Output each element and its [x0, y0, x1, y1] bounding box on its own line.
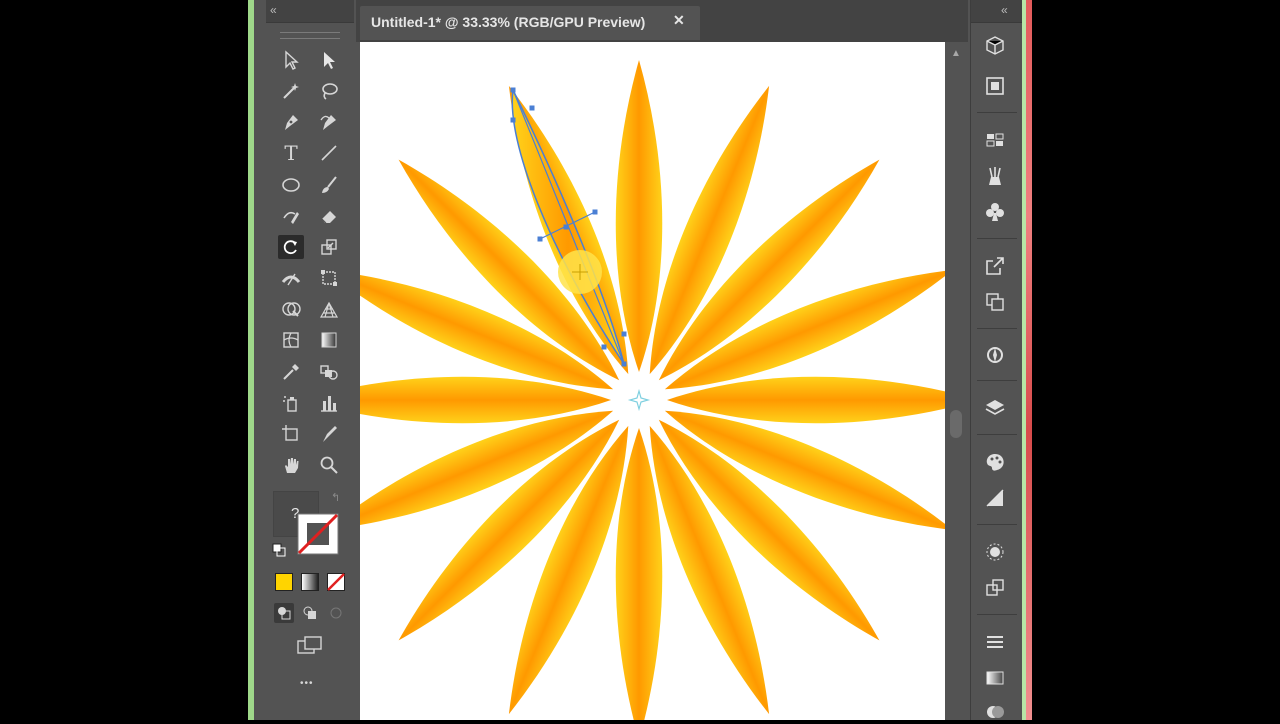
edit-toolbar-icon[interactable]: ••• [300, 678, 314, 689]
rotate-tool-icon[interactable] [278, 235, 304, 259]
navigator-icon[interactable] [983, 343, 1007, 367]
right-panel-dock: « [970, 0, 1023, 720]
direct-selection-tool-icon[interactable] [316, 48, 342, 72]
window-edge-right-accent [1026, 0, 1032, 720]
panel-divider [977, 434, 1017, 435]
collapse-icon[interactable]: « [270, 3, 276, 17]
swap-fill-stroke-icon[interactable]: ↰ [331, 491, 340, 504]
gradient-mode-button[interactable] [301, 573, 319, 591]
brushes-icon[interactable] [983, 164, 1007, 188]
anchor-point[interactable] [510, 87, 516, 93]
layers-icon[interactable] [983, 396, 1007, 420]
width-tool-icon[interactable] [278, 266, 304, 290]
panel-divider [977, 112, 1017, 113]
align-icon[interactable] [983, 630, 1007, 654]
hand-tool-icon[interactable] [278, 453, 304, 477]
column-graph-tool-icon[interactable] [316, 391, 342, 415]
color-icon[interactable] [983, 450, 1007, 474]
panel-divider [977, 524, 1017, 525]
anchor-point[interactable] [529, 105, 535, 111]
slice-tool-icon[interactable] [316, 422, 342, 446]
artboards-icon[interactable] [983, 290, 1007, 314]
anchor-point[interactable] [592, 209, 598, 215]
export-icon[interactable] [983, 254, 1007, 278]
magic-wand-tool-icon[interactable] [278, 79, 304, 103]
selection-tool-icon[interactable] [278, 48, 304, 72]
symbol-sprayer-tool-icon[interactable] [278, 391, 304, 415]
anchor-point[interactable] [601, 344, 607, 350]
type-tool-icon[interactable]: T [278, 141, 304, 165]
color-guide-icon[interactable] [983, 486, 1007, 510]
transparency-icon[interactable] [983, 700, 1007, 724]
anchor-point[interactable] [537, 236, 543, 242]
shape-builder-tool-icon[interactable] [278, 297, 304, 321]
scale-tool-icon[interactable] [316, 235, 342, 259]
ellipse-tool-icon[interactable] [278, 173, 304, 197]
right-panel-header[interactable]: « [971, 0, 1023, 23]
libraries-icon[interactable] [983, 34, 1007, 58]
flower-artwork[interactable] [360, 42, 945, 720]
paintbrush-tool-icon[interactable] [316, 173, 342, 197]
rotation-pivot-icon[interactable] [627, 388, 651, 412]
panel-grip[interactable] [280, 32, 340, 39]
perspective-grid-tool-icon[interactable] [316, 297, 342, 321]
appearance-icon[interactable] [983, 540, 1007, 564]
close-icon[interactable]: ✕ [673, 12, 685, 29]
none-mode-button[interactable] [327, 573, 345, 591]
lasso-tool-icon[interactable] [316, 79, 342, 103]
collapse-icon[interactable]: « [1001, 3, 1007, 17]
pen-tool-icon[interactable] [278, 110, 304, 134]
change-screen-mode-icon[interactable] [296, 635, 324, 657]
panel-divider [977, 614, 1017, 615]
anchor-point[interactable] [510, 117, 516, 123]
document-tab-title[interactable]: Untitled-1* @ 33.33% (RGB/GPU Preview) [371, 14, 645, 30]
draw-normal-icon[interactable] [274, 603, 294, 623]
color-mode-button[interactable] [275, 573, 293, 591]
swatches-icon[interactable] [983, 128, 1007, 152]
document-tab-bar: Untitled-1* @ 33.33% (RGB/GPU Preview) ✕ [356, 0, 968, 42]
gradient-icon[interactable] [983, 666, 1007, 690]
tools-panel-header[interactable]: « [266, 0, 354, 23]
artboard-tool-icon[interactable] [278, 422, 304, 446]
panel-divider [977, 238, 1017, 239]
panel-divider [977, 380, 1017, 381]
window-edge-left [248, 0, 254, 720]
vertical-scrollbar[interactable]: ▲ [946, 42, 968, 720]
anchor-point[interactable] [621, 361, 627, 367]
default-fill-stroke-icon[interactable] [272, 543, 286, 557]
zoom-tool-icon[interactable] [316, 453, 342, 477]
free-transform-tool-icon[interactable] [316, 266, 342, 290]
anchor-point[interactable] [563, 224, 569, 230]
curvature-tool-icon[interactable] [316, 110, 342, 134]
draw-behind-icon[interactable] [300, 603, 320, 623]
artboard-canvas[interactable] [360, 42, 945, 720]
petal[interactable] [615, 60, 663, 372]
stroke-swatch[interactable] [297, 513, 339, 555]
document-tab[interactable]: Untitled-1* @ 33.33% (RGB/GPU Preview) ✕ [360, 6, 700, 40]
transform-icon[interactable] [983, 576, 1007, 600]
symbols-icon[interactable] [983, 200, 1007, 224]
eraser-tool-icon[interactable] [316, 204, 342, 228]
gradient-tool-icon[interactable] [316, 328, 342, 352]
tools-panel: « T ? ↰ ••• [266, 0, 354, 720]
line-segment-tool-icon[interactable] [316, 141, 342, 165]
anchor-point[interactable] [621, 331, 627, 337]
blend-tool-icon[interactable] [316, 360, 342, 384]
scroll-thumb[interactable] [950, 410, 962, 438]
draw-inside-icon[interactable] [326, 603, 346, 623]
scroll-up-icon[interactable]: ▲ [951, 48, 961, 59]
eyedropper-tool-icon[interactable] [278, 360, 304, 384]
mesh-tool-icon[interactable] [278, 328, 304, 352]
properties-icon[interactable] [983, 74, 1007, 98]
shaper-tool-icon[interactable] [278, 204, 304, 228]
panel-divider [977, 328, 1017, 329]
